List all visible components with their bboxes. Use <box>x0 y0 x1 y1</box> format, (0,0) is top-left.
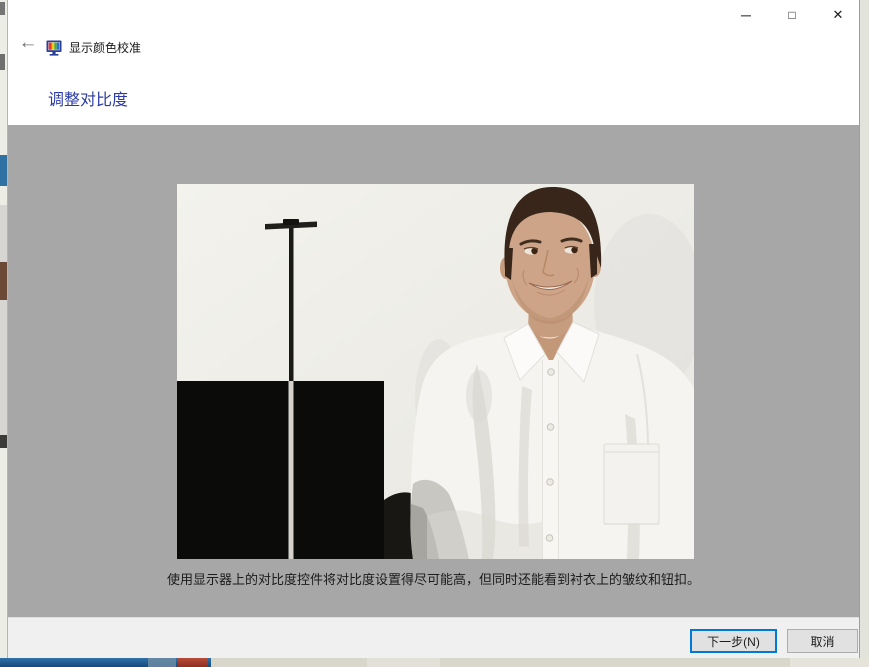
background-text-fragment <box>0 54 5 70</box>
footer-bar: 下一步(N) 取消 <box>8 617 859 658</box>
next-button-label: 下一步(N) <box>707 633 760 650</box>
cancel-button-label: 取消 <box>810 633 834 650</box>
page-heading: 调整对比度 <box>48 86 128 110</box>
app-title: 显示颜色校准 <box>69 39 141 56</box>
contrast-sample-photo <box>177 184 694 559</box>
close-button[interactable]: ✕ <box>815 0 861 30</box>
background-window-sliver-left <box>0 0 7 667</box>
taskbar-blue-section <box>0 658 211 667</box>
background-text-fragment <box>0 2 5 15</box>
maximize-button[interactable]: □ <box>769 0 815 30</box>
instruction-text: 使用显示器上的对比度控件将对比度设置得尽可能高，但同时还能看到衬衣上的皱纹和钮扣… <box>8 569 859 588</box>
shirt-pocket <box>604 444 659 524</box>
taskbar-segment <box>790 658 869 667</box>
back-arrow-icon: ← <box>19 32 38 53</box>
taskbar-icon[interactable] <box>148 658 176 667</box>
cancel-button[interactable]: 取消 <box>787 629 858 653</box>
background-text-fragment <box>0 435 7 448</box>
minimize-icon: ─ <box>741 7 751 23</box>
content-area: 使用显示器上的对比度控件将对比度设置得尽可能高，但同时还能看到衬衣上的皱纹和钮扣… <box>8 125 859 617</box>
minimize-button[interactable]: ─ <box>723 0 769 30</box>
background-titlebar-fragment <box>0 155 7 186</box>
background-photo-fragment <box>0 205 7 445</box>
maximize-icon: □ <box>788 8 795 22</box>
display-calibration-app-icon <box>46 40 62 56</box>
back-button[interactable]: ← <box>16 31 40 55</box>
close-icon: ✕ <box>833 7 844 23</box>
taskbar[interactable] <box>0 658 869 667</box>
display-color-calibration-window: ─ □ ✕ ← 显示颜色校准 调整对比度 <box>7 0 860 658</box>
next-button[interactable]: 下一步(N) <box>690 629 777 653</box>
taskbar-segment <box>367 658 440 667</box>
taskbar-icon[interactable] <box>178 658 208 667</box>
background-photo-detail <box>0 262 7 300</box>
